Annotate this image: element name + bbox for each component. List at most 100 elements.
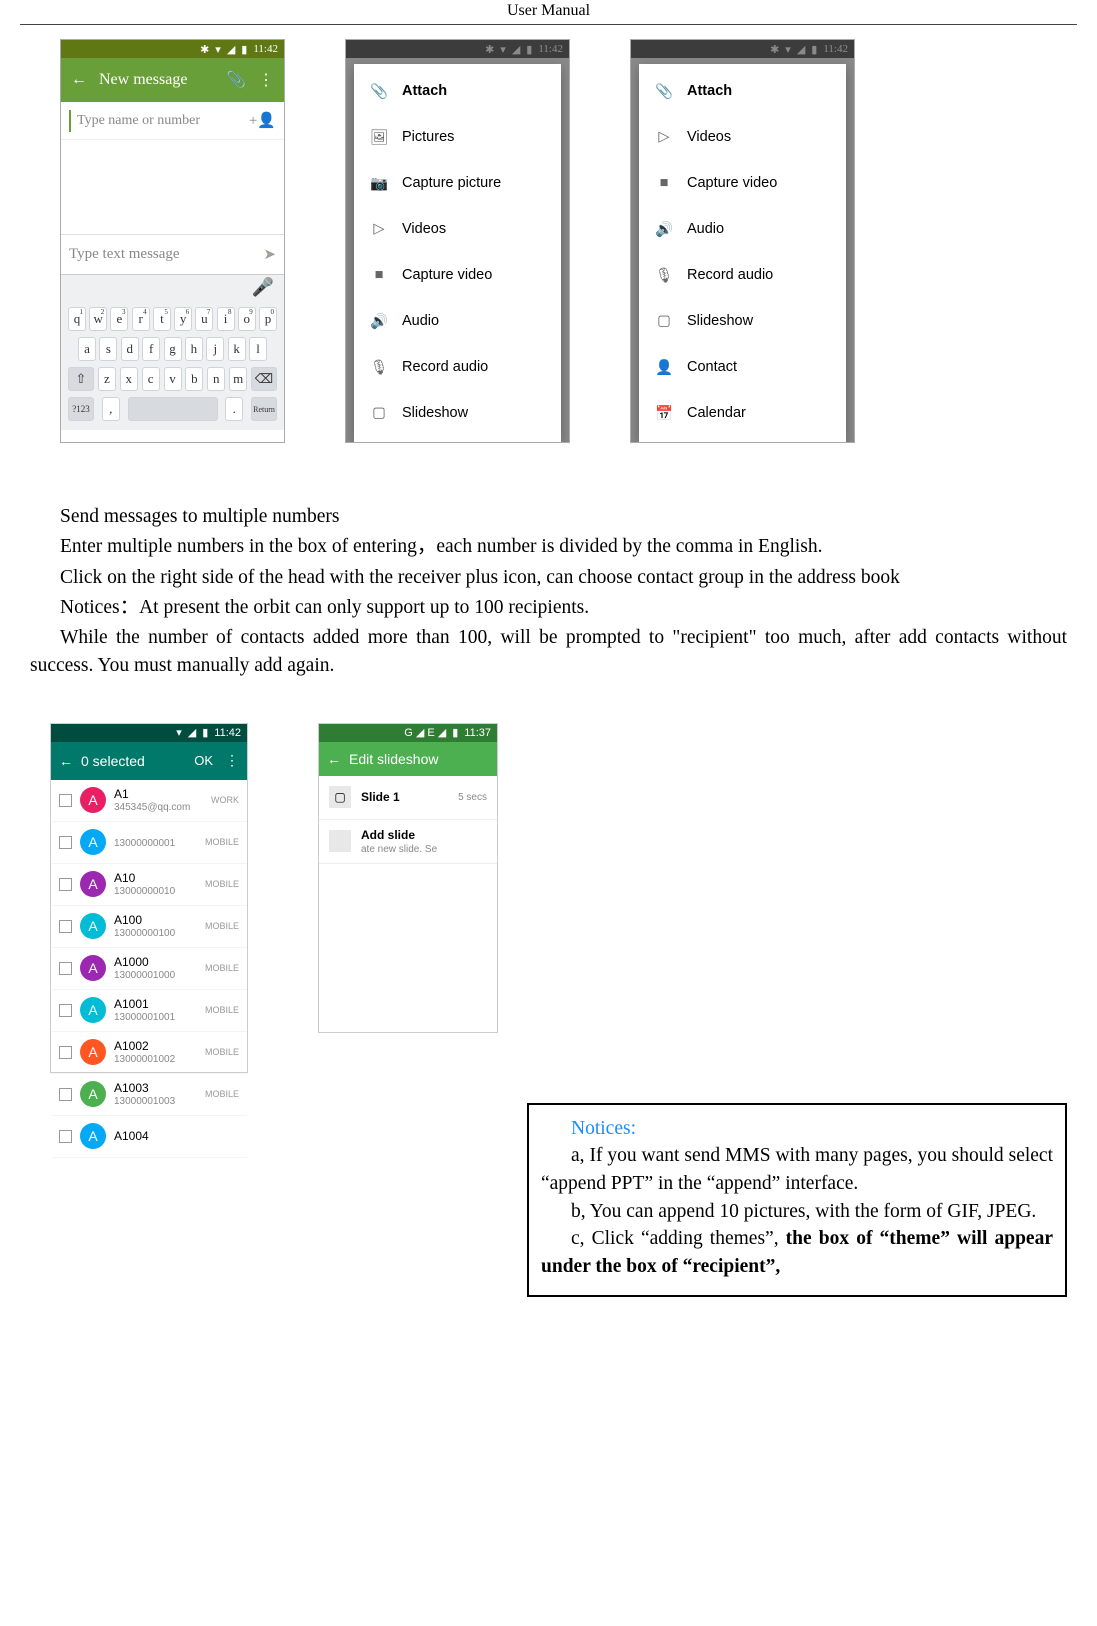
key-q[interactable]: q1 [68, 307, 86, 331]
key-a[interactable]: a [78, 337, 96, 361]
audio-icon: 🔊 [653, 218, 675, 240]
menu-item-calendar[interactable]: 📅Calendar [639, 390, 846, 436]
contact-row[interactable]: AA1004 [51, 1116, 247, 1158]
send-icon[interactable]: ➤ [263, 245, 276, 264]
back-icon[interactable]: ← [59, 753, 73, 769]
checkbox[interactable] [59, 962, 72, 975]
clip-icon: 📎 [653, 80, 675, 102]
key-g[interactable]: g [164, 337, 182, 361]
space-key[interactable] [128, 397, 218, 421]
contact-row[interactable]: A13000000001MOBILE [51, 822, 247, 864]
contact-row[interactable]: AA100313000001003MOBILE [51, 1074, 247, 1116]
checkbox[interactable] [59, 1046, 72, 1059]
avatar: A [80, 1039, 106, 1065]
slides-list[interactable]: ▢Slide 15 secsAdd slideate new slide. Se [319, 776, 497, 864]
overflow-icon[interactable]: ⋮ [256, 70, 276, 90]
back-icon[interactable]: ← [327, 751, 341, 767]
checkbox[interactable] [59, 1004, 72, 1017]
key-r[interactable]: r4 [132, 307, 150, 331]
key-p[interactable]: p0 [259, 307, 277, 331]
battery-icon: ▮ [241, 43, 247, 56]
key-m[interactable]: m [229, 367, 247, 391]
key-f[interactable]: f [142, 337, 160, 361]
menu-item-contact[interactable]: 👤Contact [639, 344, 846, 390]
attach-menu: 📎 Attach ▷Videos■Capture video🔊Audio🎙Rec… [639, 64, 846, 442]
phone-slideshow: G ◢ E ◢ ▮ 11:37 ← Edit slideshow ▢Slide … [318, 723, 498, 1033]
key-z[interactable]: z [98, 367, 116, 391]
key-v[interactable]: v [164, 367, 182, 391]
mic-icon: 🎙 [653, 264, 675, 286]
back-icon[interactable]: ← [69, 70, 89, 90]
add-contact-icon[interactable]: +👤 [249, 111, 276, 130]
key-l[interactable]: l [249, 337, 267, 361]
avatar: A [80, 787, 106, 813]
menu-item-record-audio[interactable]: 🎙Record audio [354, 344, 561, 390]
attach-icon[interactable]: 📎 [226, 70, 246, 90]
contact-row[interactable]: AA100013000001000MOBILE [51, 948, 247, 990]
key-o[interactable]: o9 [238, 307, 256, 331]
mic-icon[interactable]: 🎤 [252, 277, 274, 298]
key-y[interactable]: y6 [174, 307, 192, 331]
screenshot-row-2: ▾ ◢ ▮ 11:42 ← 0 selected OK ⋮ AA1345345@… [20, 683, 1077, 1073]
message-input[interactable]: Type text message ➤ [61, 234, 284, 274]
contact-row[interactable]: AA1013000000010MOBILE [51, 864, 247, 906]
contact-row[interactable]: AA100113000001001MOBILE [51, 990, 247, 1032]
menu-item-capture-video[interactable]: ■Capture video [354, 252, 561, 298]
key-e[interactable]: e3 [110, 307, 128, 331]
return-key[interactable]: Return [251, 397, 277, 421]
dot-key[interactable]: . [225, 397, 243, 421]
key-s[interactable]: s [99, 337, 117, 361]
key-n[interactable]: n [207, 367, 225, 391]
menu-item-audio[interactable]: 🔊Audio [639, 206, 846, 252]
contact-row[interactable]: AA100213000001002MOBILE [51, 1032, 247, 1074]
checkbox[interactable] [59, 1088, 72, 1101]
menu-item-capture-video[interactable]: ■Capture video [639, 160, 846, 206]
key-h[interactable]: h [185, 337, 203, 361]
key-b[interactable]: b [185, 367, 203, 391]
contact-row[interactable]: AA1345345@qq.comWORK [51, 780, 247, 822]
checkbox[interactable] [59, 836, 72, 849]
backspace-key[interactable]: ⌫ [251, 367, 277, 391]
contact-row[interactable]: AA10013000000100MOBILE [51, 906, 247, 948]
checkbox[interactable] [59, 920, 72, 933]
key-i[interactable]: i8 [217, 307, 235, 331]
shift-key[interactable]: ⇧ [68, 367, 94, 391]
contacts-list[interactable]: AA1345345@qq.comWORKA13000000001MOBILEAA… [51, 780, 247, 1158]
to-field[interactable]: Type name or number +👤 [61, 102, 284, 140]
app-title: New message [99, 71, 216, 89]
menu-item-videos[interactable]: ▷Videos [354, 206, 561, 252]
key-u[interactable]: u7 [195, 307, 213, 331]
clock: 11:42 [214, 727, 241, 739]
slide-row[interactable]: ▢Slide 15 secs [319, 776, 497, 820]
key-w[interactable]: w2 [89, 307, 107, 331]
slide-row[interactable]: Add slideate new slide. Se [319, 820, 497, 864]
status-bar: ▾ ◢ ▮ 11:42 [51, 724, 247, 742]
menu-item-record-audio[interactable]: 🎙Record audio [639, 252, 846, 298]
body-p1: Enter multiple numbers in the box of ent… [30, 533, 1067, 561]
menu-item-audio[interactable]: 🔊Audio [354, 298, 561, 344]
key-d[interactable]: d [121, 337, 139, 361]
menu-item-pictures[interactable]: 🖼Pictures [354, 114, 561, 160]
menu-item-slideshow[interactable]: ▢Slideshow [639, 298, 846, 344]
key-t[interactable]: t5 [153, 307, 171, 331]
num-key[interactable]: ?123 [68, 397, 94, 421]
checkbox[interactable] [59, 1130, 72, 1143]
contact-info: A100313000001003 [114, 1082, 175, 1107]
key-c[interactable]: c [142, 367, 160, 391]
contact-icon: 👤 [653, 356, 675, 378]
overflow-icon[interactable]: ⋮ [225, 752, 239, 769]
key-j[interactable]: j [206, 337, 224, 361]
avatar: A [80, 913, 106, 939]
wifi-icon: ▾ [176, 726, 182, 739]
comma-key[interactable]: , [102, 397, 120, 421]
menu-item-videos[interactable]: ▷Videos [639, 114, 846, 160]
camera-icon: 📷 [368, 172, 390, 194]
key-x[interactable]: x [120, 367, 138, 391]
menu-item-capture-picture[interactable]: 📷Capture picture [354, 160, 561, 206]
keyboard[interactable]: q1w2e3r4t5y6u7i8o9p0 asdfghjkl ⇧zxcvbnm⌫ ?1… [61, 300, 284, 430]
checkbox[interactable] [59, 878, 72, 891]
key-k[interactable]: k [228, 337, 246, 361]
ok-button[interactable]: OK [194, 753, 213, 768]
checkbox[interactable] [59, 794, 72, 807]
menu-item-slideshow[interactable]: ▢Slideshow [354, 390, 561, 436]
